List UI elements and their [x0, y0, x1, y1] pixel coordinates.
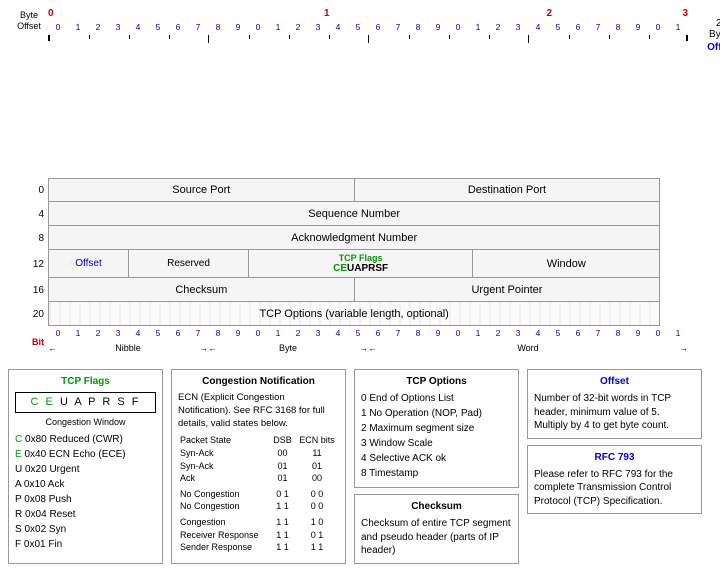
congestion-text: ECN (Explicit Congestion Notification). …: [178, 392, 339, 430]
flag-e: E 0x40 ECN Echo (ECE): [15, 448, 156, 462]
congestion-window-label: Congestion Window: [15, 416, 156, 429]
diagram-area: ByteOffset 0 1 2 3 0123456789 0123456789…: [0, 0, 720, 359]
cong-row-cong: Congestion1 11 0: [178, 516, 339, 529]
row-12: Offset Reserved TCP Flags C E U A P R S …: [48, 250, 660, 278]
cong-row-send: Sender Response1 11 1: [178, 541, 339, 554]
reserved-cell: Reserved: [129, 250, 249, 277]
offset-panel-title: Offset: [534, 375, 695, 389]
bit-numbers-row: 0123456789 0123456789 0123456789 01: [48, 22, 688, 35]
opt-0: 0 End of Options List: [361, 392, 512, 406]
options-checksum-col: TCP Options 0 End of Options List 1 No O…: [354, 369, 519, 564]
flag-p: P 0x08 Push: [15, 493, 156, 507]
row-16: Checksum Urgent Pointer: [48, 278, 660, 302]
row-0: Source Port Destination Port: [48, 178, 660, 202]
checksum-panel-text: Checksum of entire TCP segment and pseud…: [361, 517, 512, 558]
bit-label: Bit: [10, 337, 48, 347]
flag-s: S 0x02 Syn: [15, 523, 156, 537]
cong-row-synack1: Syn-Ack0011: [178, 447, 339, 460]
cong-col-state: Packet State: [178, 434, 270, 447]
opt-8: 8 Timestamp: [361, 467, 512, 481]
rfc-title: RFC 793: [534, 451, 695, 465]
flags-display: C E U A P R S F: [15, 392, 156, 413]
cong-col-ecn: ECN bits: [295, 434, 339, 447]
row-offset-20: 20: [10, 309, 48, 320]
tcp-options-title: TCP Options: [361, 375, 512, 389]
cong-row-recv: Receiver Response1 10 1: [178, 529, 339, 542]
flag-f: F 0x01 Fin: [15, 538, 156, 552]
cong-row-ack: Ack0100: [178, 472, 339, 485]
flag-list: C 0x80 Reduced (CWR) E 0x40 ECN Echo (EC…: [15, 433, 156, 552]
bottom-ruler: 0123456789 0123456789 012345 6789 01 ← N…: [48, 328, 688, 355]
tcp-flags-cell: TCP Flags C E U A P R S F: [249, 250, 473, 277]
window-cell: Window: [473, 250, 659, 277]
section-3: 3: [596, 8, 689, 22]
opt-2: 2 Maximum segment size: [361, 422, 512, 436]
seq-num-cell: Sequence Number: [49, 202, 659, 225]
opt-4: 4 Selective ACK ok: [361, 452, 512, 466]
row-20: TCP Options (variable length, optional): [48, 302, 660, 326]
checksum-panel: Checksum Checksum of entire TCP segment …: [354, 494, 519, 564]
cong-col-dsb: DSB: [270, 434, 295, 447]
checksum-cell: Checksum: [49, 278, 355, 301]
congestion-table: Packet State DSB ECN bits Syn-Ack0011 Sy…: [178, 434, 339, 553]
row-offset-16: 16: [10, 285, 48, 296]
row-8: Acknowledgment Number: [48, 226, 660, 250]
flag-r: R 0x04 Reset: [15, 508, 156, 522]
section-0: 0: [48, 8, 141, 22]
checksum-panel-title: Checksum: [361, 500, 512, 514]
bottom-panels: TCP Flags C E U A P R S F Congestion Win…: [0, 363, 720, 570]
ack-num-cell: Acknowledgment Number: [49, 226, 659, 249]
flag-u: U 0x20 Urgent: [15, 463, 156, 477]
offset-rfc-col: Offset Number of 32-bit words in TCP hea…: [527, 369, 702, 564]
byte-offset-label: ByteOffset: [10, 10, 48, 32]
urgent-ptr-cell: Urgent Pointer: [355, 278, 660, 301]
tcp-options-panel: TCP Options 0 End of Options List 1 No O…: [354, 369, 519, 488]
opt-1: 1 No Operation (NOP, Pad): [361, 407, 512, 421]
tick-ruler: [48, 35, 688, 41]
offset-panel: Offset Number of 32-bit words in TCP hea…: [527, 369, 702, 439]
row-4: Sequence Number: [48, 202, 660, 226]
cong-row-nocong1: No Congestion0 10 0: [178, 488, 339, 501]
rfc-text: Please refer to RFC 793 for the complete…: [534, 468, 695, 509]
dest-port-cell: Destination Port: [355, 179, 660, 201]
row-offset-12: 12: [10, 259, 48, 270]
cong-row-synack2: Syn-Ack0101: [178, 460, 339, 473]
opt-3: 3 Window Scale: [361, 437, 512, 451]
twenty-bytes-label: 20 Bytes Offset: [707, 18, 720, 53]
tcp-flags-title: TCP Flags: [15, 375, 156, 389]
row-offset-8: 8: [10, 233, 48, 244]
section-1: 1: [281, 8, 374, 22]
section-2: 2: [503, 8, 596, 22]
row-offset-4: 4: [10, 209, 48, 220]
options-list: 0 End of Options List 1 No Operation (NO…: [361, 392, 512, 481]
offset-panel-text: Number of 32-bit words in TCP header, mi…: [534, 392, 695, 433]
row-offset-0: 0: [10, 185, 48, 196]
rfc-panel: RFC 793 Please refer to RFC 793 for the …: [527, 445, 702, 515]
congestion-panel: Congestion Notification ECN (Explicit Co…: [171, 369, 346, 564]
tcp-flags-panel: TCP Flags C E U A P R S F Congestion Win…: [8, 369, 163, 564]
tcp-options-cell: TCP Options (variable length, optional): [49, 302, 659, 325]
flag-c: C 0x80 Reduced (CWR): [15, 433, 156, 447]
offset-cell: Offset: [49, 250, 129, 277]
arrow-labels-row: ← Nibble → ← Byte → ← Word →: [48, 341, 688, 355]
congestion-title: Congestion Notification: [178, 375, 339, 389]
flag-a: A 0x10 Ack: [15, 478, 156, 492]
source-port-cell: Source Port: [49, 179, 355, 201]
